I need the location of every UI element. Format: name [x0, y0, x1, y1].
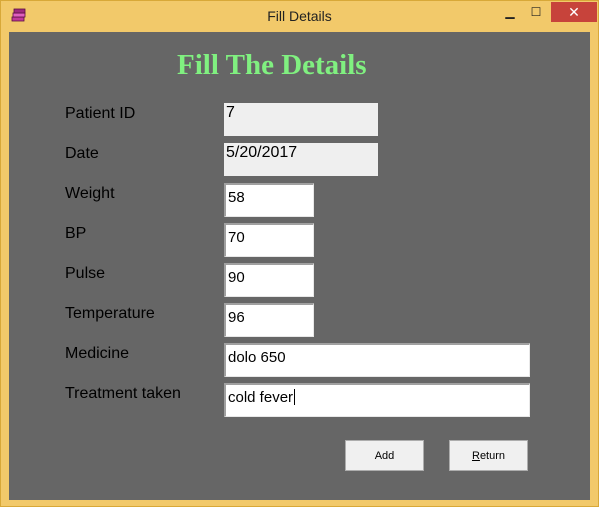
temperature-input[interactable]: 96: [224, 303, 314, 337]
minimize-icon: ▁: [505, 5, 515, 19]
page-title: Fill The Details: [177, 49, 367, 81]
weight-input[interactable]: 58: [224, 183, 314, 217]
medicine-label: Medicine: [65, 345, 130, 362]
return-button-label: Return: [471, 449, 506, 462]
maximize-button[interactable]: ☐: [523, 2, 549, 22]
treatment-taken-value: cold fever: [228, 389, 294, 406]
pulse-input[interactable]: 90: [224, 263, 314, 297]
bp-label: BP: [65, 225, 87, 242]
date-field: 5/20/2017: [224, 143, 378, 176]
text-caret: [294, 389, 296, 405]
maximize-icon: ☐: [530, 5, 542, 19]
minimize-button[interactable]: ▁: [497, 2, 523, 22]
return-button[interactable]: Return: [449, 440, 528, 471]
add-button-label: Add: [374, 449, 395, 462]
fill-details-window: Fill Details ▁ ☐ ✕ Fill The Details Pati…: [0, 0, 599, 507]
bp-input[interactable]: 70: [224, 223, 314, 257]
pulse-label: Pulse: [65, 265, 106, 282]
medicine-input[interactable]: dolo 650: [224, 343, 530, 377]
close-icon: ✕: [568, 3, 580, 20]
patient-id-field: 7: [224, 103, 378, 136]
date-label: Date: [65, 145, 99, 162]
add-button[interactable]: Add: [345, 440, 424, 471]
title-bar[interactable]: Fill Details ▁ ☐ ✕: [1, 1, 598, 31]
weight-label: Weight: [65, 185, 115, 202]
treatment-taken-input[interactable]: cold fever: [224, 383, 530, 417]
patient-id-label: Patient ID: [65, 105, 136, 122]
close-button[interactable]: ✕: [551, 2, 597, 22]
temperature-label: Temperature: [65, 305, 155, 322]
treatment-taken-label: Treatment taken: [65, 385, 181, 402]
